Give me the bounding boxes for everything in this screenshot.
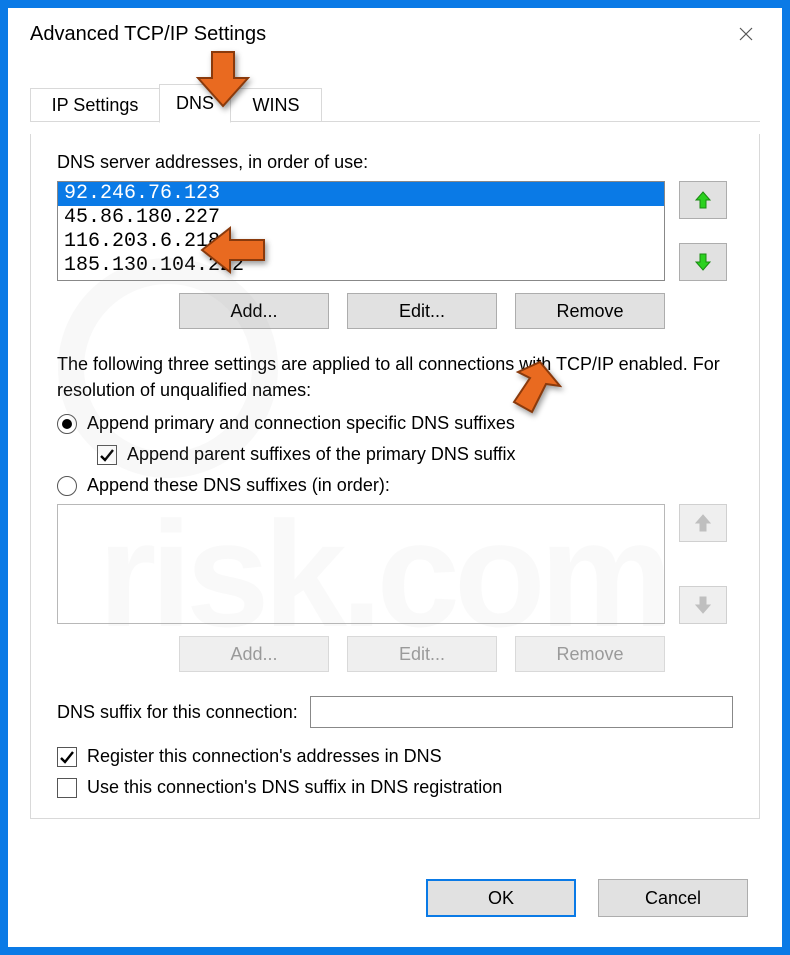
radio-append-these[interactable]: Append these DNS suffixes (in order): [57,475,733,496]
tab-ip-settings[interactable]: IP Settings [30,88,160,122]
dns-remove-button[interactable]: Remove [515,293,665,329]
cancel-button[interactable]: Cancel [598,879,748,917]
titlebar: Advanced TCP/IP Settings [8,8,782,56]
dns-edit-button[interactable]: Edit... [347,293,497,329]
dns-server-item[interactable]: 92.246.76.123 [58,182,664,206]
tab-content: DNS server addresses, in order of use: 9… [30,134,760,819]
checkbox-append-parent-label: Append parent suffixes of the primary DN… [127,444,516,465]
dns-servers-label: DNS server addresses, in order of use: [57,152,733,173]
arrow-up-icon [694,190,712,210]
resolution-description: The following three settings are applied… [57,351,733,403]
tabstrip: IP Settings DNS WINS [30,84,760,122]
checkbox-icon [57,778,77,798]
arrow-up-icon [694,513,712,533]
dns-suffix-label: DNS suffix for this connection: [57,702,298,723]
dns-suffixes-listbox[interactable] [57,504,665,624]
checkbox-use-suffix-registration[interactable]: Use this connection's DNS suffix in DNS … [57,777,733,798]
window-title: Advanced TCP/IP Settings [30,23,266,46]
suffix-move-down-button [679,586,727,624]
dns-server-item[interactable]: 116.203.6.218 [58,230,664,254]
radio-append-these-label: Append these DNS suffixes (in order): [87,475,390,496]
dns-suffix-input[interactable] [310,696,733,728]
suffix-move-up-button [679,504,727,542]
checkbox-register-dns[interactable]: Register this connection's addresses in … [57,746,733,767]
suffix-add-button: Add... [179,636,329,672]
dns-add-button[interactable]: Add... [179,293,329,329]
checkbox-append-parent[interactable]: Append parent suffixes of the primary DN… [97,444,733,465]
arrow-down-icon [694,595,712,615]
radio-icon [57,476,77,496]
close-button[interactable] [726,18,766,50]
checkbox-use-suffix-registration-label: Use this connection's DNS suffix in DNS … [87,777,502,798]
suffix-edit-button: Edit... [347,636,497,672]
dns-move-down-button[interactable] [679,243,727,281]
radio-append-primary-label: Append primary and connection specific D… [87,413,515,434]
checkbox-icon [57,747,77,767]
close-icon [738,26,754,42]
dns-move-up-button[interactable] [679,181,727,219]
checkbox-icon [97,445,117,465]
radio-icon [57,414,77,434]
dns-servers-listbox[interactable]: 92.246.76.12345.86.180.227116.203.6.2181… [57,181,665,281]
checkbox-register-dns-label: Register this connection's addresses in … [87,746,442,767]
ok-button[interactable]: OK [426,879,576,917]
dns-server-item[interactable]: 185.130.104.222 [58,254,664,278]
radio-append-primary[interactable]: Append primary and connection specific D… [57,413,733,434]
tab-wins[interactable]: WINS [230,88,322,122]
dns-server-item[interactable]: 45.86.180.227 [58,206,664,230]
arrow-down-icon [694,252,712,272]
tab-dns[interactable]: DNS [159,84,231,123]
suffix-remove-button: Remove [515,636,665,672]
